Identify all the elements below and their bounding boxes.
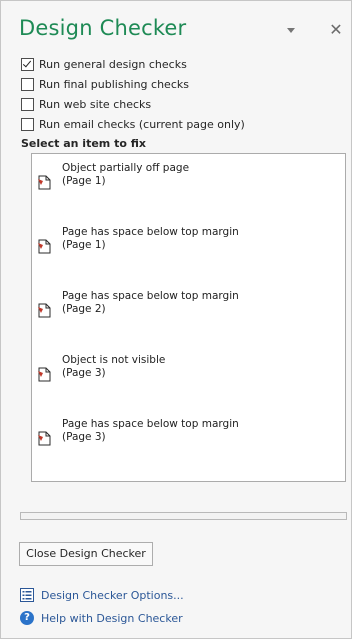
email-checks-checkbox[interactable] — [21, 117, 34, 131]
close-pane-button[interactable]: ✕ — [327, 21, 345, 39]
help-link-label: Help with Design Checker — [41, 611, 183, 625]
page-warning-icon — [38, 303, 51, 318]
issue-list-item[interactable]: Object is not visible (Page 3) — [32, 354, 345, 410]
issue-text: Page has space below top margin (Page 3) — [62, 418, 239, 444]
pane-header: Design Checker ✕ — [1, 1, 351, 45]
options-link-label: Design Checker Options... — [41, 588, 184, 602]
issue-page: (Page 1) — [62, 175, 106, 187]
design-checker-options-link[interactable]: Design Checker Options... — [20, 586, 184, 604]
page-warning-icon — [38, 431, 51, 446]
issue-list-item[interactable]: Page has space below top margin (Page 1) — [32, 226, 345, 282]
issue-title: Object is not visible — [62, 354, 166, 366]
progress-bar — [20, 512, 347, 520]
issue-title: Object partially off page — [62, 162, 190, 174]
help-icon: ? — [20, 611, 34, 625]
issue-title: Page has space below top margin — [62, 226, 239, 238]
web-site-checks-checkbox-row[interactable]: Run web site checks — [21, 96, 151, 112]
issue-title: Page has space below top margin — [62, 418, 239, 430]
issue-text: Page has space below top margin (Page 1) — [62, 226, 239, 252]
final-publishing-checks-label: Run final publishing checks — [39, 77, 189, 91]
issue-title: Page has space below top margin — [62, 290, 239, 302]
pane-title: Design Checker — [19, 16, 187, 40]
general-checks-label: Run general design checks — [39, 57, 187, 71]
issue-list-item[interactable]: Page has space below top margin (Page 3) — [32, 418, 345, 474]
final-publishing-checks-checkbox-row[interactable]: Run final publishing checks — [21, 76, 189, 92]
general-checks-checkbox-row[interactable]: Run general design checks — [21, 56, 187, 72]
select-item-heading: Select an item to fix — [21, 137, 146, 150]
final-publishing-checks-checkbox[interactable] — [21, 77, 34, 91]
issue-page: (Page 1) — [62, 239, 106, 251]
issue-page: (Page 3) — [62, 367, 106, 379]
page-warning-icon — [38, 175, 51, 190]
close-design-checker-button[interactable]: Close Design Checker — [19, 542, 153, 566]
design-checker-pane: Design Checker ✕ Run general design chec… — [0, 0, 352, 639]
page-warning-icon — [38, 239, 51, 254]
issue-list-item[interactable]: Page has space below top margin (Page 2) — [32, 290, 345, 346]
issue-page: (Page 2) — [62, 303, 106, 315]
issue-text: Object is not visible (Page 3) — [62, 354, 165, 380]
issue-list-item[interactable]: Object partially off page (Page 1) — [32, 162, 345, 218]
issue-text: Object partially off page (Page 1) — [62, 162, 189, 188]
web-site-checks-label: Run web site checks — [39, 97, 152, 111]
task-pane-options-button[interactable] — [282, 25, 298, 37]
help-link[interactable]: ? Help with Design Checker — [20, 609, 183, 627]
email-checks-label: Run email checks (current page only) — [39, 117, 245, 131]
web-site-checks-checkbox[interactable] — [21, 97, 34, 111]
email-checks-checkbox-row[interactable]: Run email checks (current page only) — [21, 116, 245, 132]
general-checks-checkbox[interactable] — [21, 57, 34, 71]
options-list-icon — [20, 588, 34, 602]
issue-text: Page has space below top margin (Page 2) — [62, 290, 239, 316]
page-warning-icon — [38, 367, 51, 382]
issue-page: (Page 3) — [62, 431, 106, 443]
issues-list[interactable]: Object partially off page (Page 1) Page … — [31, 153, 346, 482]
